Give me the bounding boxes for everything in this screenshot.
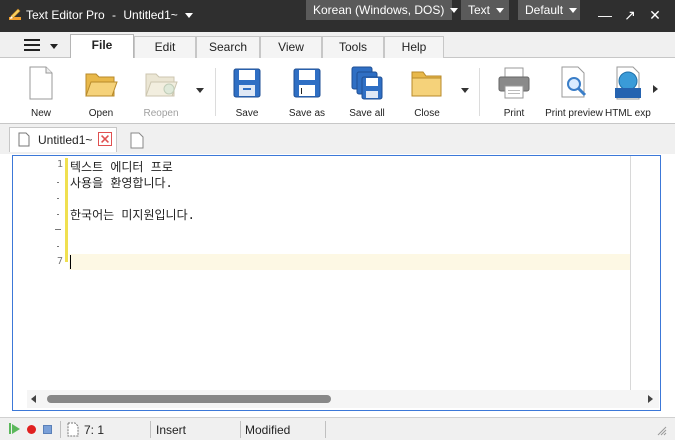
doc-tab-untitled1[interactable]: Untitled1~ — [9, 127, 117, 152]
status-separator — [60, 421, 61, 438]
save-button[interactable]: Save — [218, 64, 276, 120]
text-cursor — [70, 255, 71, 269]
line-number: 7 — [56, 256, 63, 267]
line-marker — [57, 214, 59, 215]
folder-icon — [411, 71, 442, 97]
html-export-button[interactable]: HTML export — [605, 64, 651, 120]
close-tab-icon[interactable] — [98, 132, 112, 146]
theme-dropdown[interactable]: Default — [518, 0, 580, 20]
chevron-down-icon — [50, 44, 58, 49]
reopen-label: Reopen — [143, 108, 179, 119]
print-preview-icon — [561, 66, 587, 98]
chevron-down-icon — [450, 8, 459, 14]
line-marker — [57, 246, 59, 247]
title-separator: - — [112, 8, 117, 22]
save-all-button[interactable]: Save all — [338, 64, 396, 120]
minimize-button[interactable]: — — [596, 6, 614, 24]
document-icon — [67, 422, 79, 437]
window-title[interactable]: Text Editor Pro - Untitled1~ — [26, 8, 197, 22]
pencil-icon — [9, 8, 21, 20]
horizontal-scrollbar[interactable] — [27, 390, 659, 408]
open-button[interactable]: Open — [72, 64, 130, 120]
close-file-button[interactable]: Close — [398, 64, 456, 120]
encoding-label: Korean (Windows, DOS) — [313, 3, 445, 17]
doc-title: Untitled1~ — [123, 8, 178, 22]
doc-tab-label: Untitled1~ — [38, 133, 93, 147]
tab-edit[interactable]: Edit — [134, 36, 196, 58]
play-icon[interactable] — [12, 424, 20, 434]
tab-help[interactable]: Help — [384, 36, 444, 58]
print-button[interactable]: Print — [485, 64, 543, 120]
maximize-button[interactable]: ↗ — [621, 6, 639, 24]
editor-line: 사용을 환영합니다. — [70, 176, 173, 190]
folder-open-icon — [85, 73, 118, 97]
new-document-icon — [29, 66, 53, 100]
editor-line: 텍스트 에디터 프로 — [70, 160, 173, 174]
html-export-icon — [615, 66, 641, 100]
tab-file[interactable]: File — [70, 34, 134, 59]
line-number-gutter: 1 7 — [13, 156, 69, 396]
line-marker — [57, 198, 59, 199]
text-editor[interactable]: 1 7 텍스트 에디터 프로 사용을 환영합니다. 한국어는 미지원입니다. — [12, 155, 661, 411]
ribbon-scroll-right-icon[interactable] — [653, 85, 658, 93]
cursor-position: 7: 1 — [84, 423, 105, 437]
record-icon[interactable] — [27, 425, 36, 434]
main-menu-button[interactable] — [14, 35, 64, 55]
current-line-highlight — [13, 254, 630, 270]
line-number: 1 — [56, 159, 63, 170]
html-export-label: HTML export — [605, 108, 651, 119]
status-separator — [325, 421, 326, 438]
close-button[interactable]: ✕ — [646, 6, 664, 24]
print-preview-button[interactable]: Print preview — [545, 64, 603, 120]
new-tab-icon[interactable] — [128, 130, 146, 150]
document-tabs: Untitled1~ — [0, 124, 675, 154]
tab-search[interactable]: Search — [196, 36, 260, 58]
status-bar: 7: 1 Insert Modified — [0, 417, 675, 440]
resize-grip-icon[interactable] — [655, 424, 667, 436]
new-button[interactable]: New — [12, 64, 70, 120]
document-icon — [18, 132, 30, 147]
folder-reopen-icon — [145, 73, 178, 97]
insert-mode[interactable]: Insert — [156, 423, 186, 437]
close-dropdown-icon[interactable] — [461, 88, 469, 93]
editor-line: 한국어는 미지원입니다. — [70, 208, 195, 222]
reopen-dropdown-icon[interactable] — [196, 88, 204, 93]
app-name: Text Editor Pro — [26, 8, 105, 22]
title-bar: Text Editor Pro - Untitled1~ Korean (Win… — [0, 0, 675, 32]
scrollbar-thumb[interactable] — [47, 395, 331, 403]
modified-status: Modified — [245, 423, 291, 437]
tab-tools[interactable]: Tools — [322, 36, 384, 58]
printer-icon — [498, 67, 530, 99]
stop-icon[interactable] — [43, 425, 52, 434]
theme-label: Default — [525, 3, 564, 17]
chevron-down-icon — [184, 13, 193, 19]
chevron-down-icon — [569, 8, 578, 14]
ribbon-tabs: File Edit Search View Tools Help — [0, 32, 675, 59]
mode-label: Text — [468, 3, 491, 17]
ribbon-panel: New Open Reopen Save Save as Save all Cl… — [0, 58, 675, 124]
tab-view[interactable]: View — [260, 36, 322, 58]
hamburger-icon — [24, 39, 40, 51]
reopen-button[interactable]: Reopen — [132, 64, 190, 120]
save-disk-icon — [233, 68, 261, 98]
line-marker — [55, 229, 61, 230]
save-as-icon — [293, 68, 321, 98]
change-marker-bar — [65, 158, 68, 262]
status-separator — [240, 421, 241, 438]
save-all-icon — [351, 66, 383, 100]
chevron-down-icon — [496, 8, 505, 14]
scroll-right-icon[interactable] — [648, 395, 653, 403]
scroll-left-icon[interactable] — [31, 395, 36, 403]
print-preview-label: Print preview — [545, 108, 603, 119]
line-marker — [57, 182, 59, 183]
status-separator — [150, 421, 151, 438]
mode-dropdown[interactable]: Text — [461, 0, 509, 20]
encoding-dropdown[interactable]: Korean (Windows, DOS) — [306, 0, 459, 20]
save-as-button[interactable]: Save as — [278, 64, 336, 120]
macro-play-bar — [9, 423, 11, 434]
right-margin-line — [630, 156, 631, 390]
close-label: Close — [414, 108, 440, 119]
